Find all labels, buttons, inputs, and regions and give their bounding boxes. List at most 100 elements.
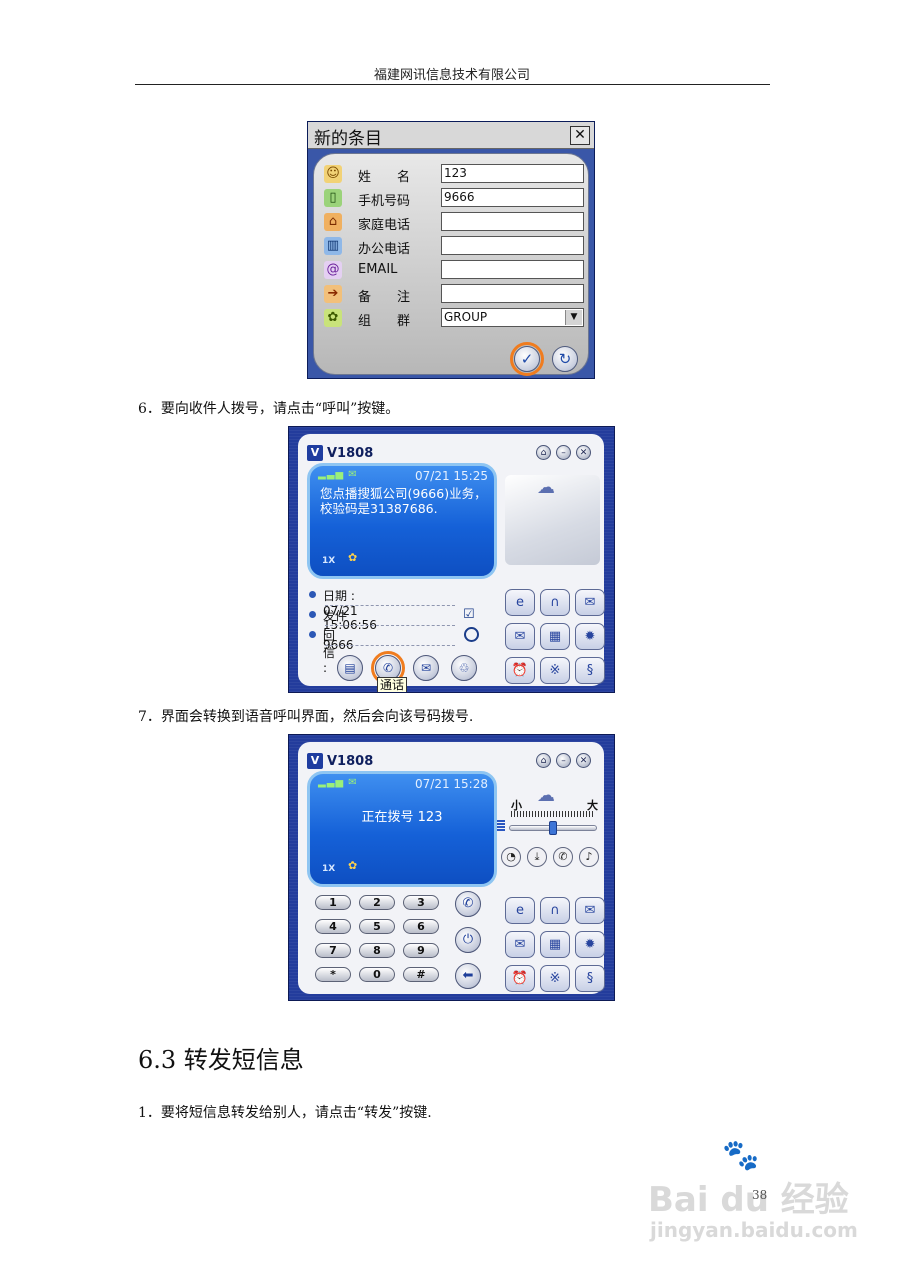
- chevron-down-icon[interactable]: ▼: [565, 310, 582, 325]
- music-icon[interactable]: ♪: [579, 847, 599, 867]
- step-7-text: 7．界面会转换到语音呼叫界面，然后会向该号码拨号.: [138, 709, 474, 725]
- field-label-mobile: 手机号码: [358, 194, 411, 209]
- field-row-name: ☺ 姓 名 123: [324, 164, 586, 185]
- seahorse-icon[interactable]: §: [575, 657, 605, 684]
- keypad-key-5[interactable]: 5: [359, 919, 395, 934]
- field-label-name: 姓 名: [358, 170, 411, 185]
- keypad-key-7[interactable]: 7: [315, 943, 351, 958]
- alarm-icon[interactable]: ⏰: [505, 657, 535, 684]
- calendar-icon[interactable]: ▦: [540, 623, 570, 650]
- network-mode: 1X: [322, 556, 336, 566]
- field-row-mobile: ▯ 手机号码 9666: [324, 188, 586, 209]
- reset-button[interactable]: ↻: [552, 346, 578, 372]
- field-row-email: @ EMAIL: [324, 260, 586, 280]
- keypad-key-hash[interactable]: #: [403, 967, 439, 982]
- field-row-home-phone: ⌂ 家庭电话: [324, 212, 586, 233]
- close-button[interactable]: ✕: [576, 753, 591, 768]
- field-label-note: 备 注: [358, 290, 411, 305]
- field-row-note: ➔ 备 注: [324, 284, 586, 305]
- send-mail-icon[interactable]: ✉: [575, 897, 605, 924]
- field-row-group: ✿ 组 群 GROUP ▼: [324, 308, 586, 329]
- step-6-text: 6．要向收件人拨号，请点击“呼叫”按键。: [138, 401, 400, 417]
- signal-icon: ▂▃▅ ✉: [318, 777, 358, 788]
- keypad-key-4[interactable]: 4: [315, 919, 351, 934]
- close-button[interactable]: ✕: [570, 126, 590, 145]
- name-input[interactable]: 123: [441, 164, 584, 183]
- running-header: 福建网讯信息技术有限公司: [373, 68, 530, 83]
- brand-logo-icon: V: [307, 753, 323, 769]
- signpost-icon: ➔: [324, 285, 342, 303]
- dialog-title: 新的条目: [314, 129, 382, 149]
- browser-icon[interactable]: e: [505, 589, 535, 616]
- reply-text: 回信 :: [323, 629, 336, 675]
- settings-icon[interactable]: ✹: [575, 931, 605, 958]
- network-mode: 1X: [322, 864, 336, 874]
- office-phone-input[interactable]: [441, 236, 584, 255]
- page-number: 38: [752, 1188, 768, 1202]
- bullet: [309, 631, 316, 638]
- office-building-icon: ▥: [324, 237, 342, 255]
- home-phone-input[interactable]: [441, 212, 584, 231]
- voicemail-icon[interactable]: ✆: [553, 847, 573, 867]
- keypad-key-1[interactable]: 1: [315, 895, 351, 910]
- sohu-logo-icon: ☁: [537, 785, 555, 806]
- lock-icon[interactable]: ⌂: [536, 445, 551, 460]
- screen-time: 07/21 15:28: [415, 777, 488, 791]
- seahorse-icon[interactable]: §: [575, 965, 605, 992]
- bullet: [309, 591, 316, 598]
- section-heading: 6.3 转发短信息: [138, 1046, 304, 1074]
- inbox-icon[interactable]: ✉: [505, 931, 535, 958]
- keypad-key-3[interactable]: 3: [403, 895, 439, 910]
- settings-icon[interactable]: ✹: [575, 623, 605, 650]
- radio-icon[interactable]: [464, 627, 479, 642]
- note-input[interactable]: [441, 284, 584, 303]
- home-icon: ⌂: [324, 213, 342, 231]
- group-select-value: GROUP: [444, 310, 488, 324]
- mobile-input[interactable]: 9666: [441, 188, 584, 207]
- keypad-key-6[interactable]: 6: [403, 919, 439, 934]
- paw-icon: 🐾: [722, 1138, 760, 1173]
- volume-scale: [511, 811, 593, 817]
- person-icon: ☺: [324, 165, 342, 183]
- delete-button[interactable]: ♲: [451, 655, 477, 681]
- calendar-icon[interactable]: ▦: [540, 931, 570, 958]
- unicom-logo-icon[interactable]: ※: [540, 965, 570, 992]
- close-button[interactable]: ✕: [576, 445, 591, 460]
- keypad-key-star[interactable]: *: [315, 967, 351, 982]
- volume-slider-thumb[interactable]: [549, 821, 557, 835]
- keypad-key-0[interactable]: 0: [359, 967, 395, 982]
- inbox-icon[interactable]: ✉: [505, 623, 535, 650]
- call-button[interactable]: ✆: [455, 891, 481, 917]
- keypad-key-2[interactable]: 2: [359, 895, 395, 910]
- mobile-phone-icon: ▯: [324, 189, 342, 207]
- headset-icon[interactable]: ∩: [540, 897, 570, 924]
- email-input[interactable]: [441, 260, 584, 279]
- watermark-brand: Bai du 经验: [648, 1180, 849, 1220]
- lock-icon[interactable]: ⌂: [536, 753, 551, 768]
- field-label-email: EMAIL: [358, 262, 398, 277]
- keypad-key-8[interactable]: 8: [359, 943, 395, 958]
- check-icon[interactable]: ☑: [463, 607, 475, 622]
- keypad-key-9[interactable]: 9: [403, 943, 439, 958]
- mascot-icon: ✿: [348, 859, 358, 872]
- record-icon[interactable]: ◔: [501, 847, 521, 867]
- volume-bars-icon: [497, 819, 505, 831]
- unicom-logo-icon[interactable]: ※: [540, 657, 570, 684]
- minimize-button[interactable]: –: [556, 753, 571, 768]
- browser-icon[interactable]: e: [505, 897, 535, 924]
- download-icon[interactable]: ⤓: [527, 847, 547, 867]
- forward-message-button[interactable]: ✉: [413, 655, 439, 681]
- group-select[interactable]: GROUP ▼: [441, 308, 584, 327]
- power-icon[interactable]: ⏻: [455, 927, 481, 953]
- confirm-button[interactable]: ✓: [514, 346, 540, 372]
- back-arrow-icon[interactable]: ⬅: [455, 963, 481, 989]
- dialog-titlebar: 新的条目 ✕: [308, 122, 594, 149]
- dialog-form-panel: ☺ 姓 名 123 ▯ 手机号码 9666 ⌂ 家庭电话 ▥ 办公电话 @ EM…: [313, 153, 589, 376]
- minimize-button[interactable]: –: [556, 445, 571, 460]
- send-mail-icon[interactable]: ✉: [575, 589, 605, 616]
- headset-icon[interactable]: ∩: [540, 589, 570, 616]
- contacts-button[interactable]: ▤: [337, 655, 363, 681]
- step-1-text: 1．要将短信息转发给别人，请点击“转发”按键.: [138, 1105, 432, 1121]
- alarm-icon[interactable]: ⏰: [505, 965, 535, 992]
- brand-name: V1808: [327, 754, 374, 769]
